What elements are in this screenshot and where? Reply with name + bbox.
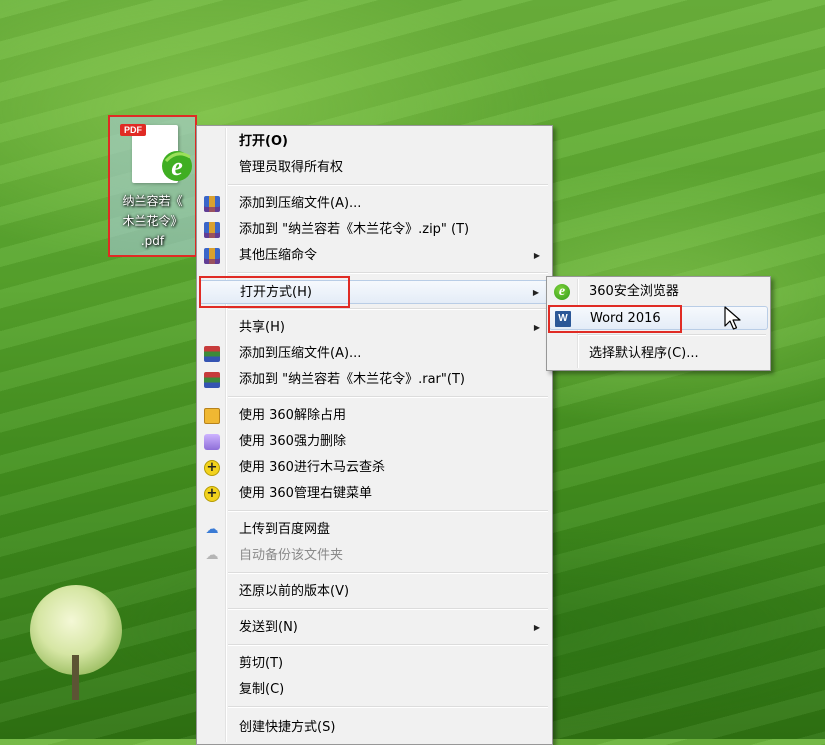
- mouse-cursor-icon: [724, 306, 741, 330]
- menu-item-copy[interactable]: 复制(C): [199, 678, 550, 702]
- menu-separator: [578, 334, 766, 336]
- menu-360-icon: +: [204, 486, 220, 502]
- menu-item-other-compress[interactable]: 其他压缩命令 ▶: [199, 244, 550, 268]
- context-menu: 打开(O) 管理员取得所有权 添加到压缩文件(A)... 添加到 "纳兰容若《木…: [196, 125, 553, 745]
- menu-item-label: 创建快捷方式(S): [239, 720, 336, 735]
- menu-item-cut[interactable]: 剪切(T): [199, 652, 550, 676]
- submenu-arrow-icon: ▶: [533, 323, 540, 332]
- submenu-arrow-icon: ▶: [532, 288, 539, 297]
- submenu-item-360-browser[interactable]: e 360安全浏览器: [549, 280, 768, 304]
- scan-360-icon: +: [204, 460, 220, 476]
- menu-item-label: 上传到百度网盘: [239, 522, 331, 537]
- menu-item-label: 其他压缩命令: [239, 248, 318, 263]
- menu-separator: [228, 706, 548, 708]
- menu-item-label: 打开(O): [239, 134, 288, 149]
- submenu-item-label: 选择默认程序(C)...: [589, 346, 699, 361]
- submenu-item-label: 360安全浏览器: [589, 284, 679, 299]
- winrar-icon: [204, 196, 220, 212]
- desktop-pdf-file-icon[interactable]: e PDF 纳兰容若《 木兰花令》 .pdf: [108, 115, 197, 257]
- menu-item-360-shred[interactable]: 使用 360强力删除: [199, 430, 550, 454]
- menu-item-upload-baidu[interactable]: ☁ 上传到百度网盘: [199, 518, 550, 542]
- menu-item-label: 还原以前的版本(V): [239, 584, 350, 599]
- menu-item-label: 添加到压缩文件(A)...: [239, 196, 362, 211]
- menu-item-label: 共享(H): [239, 320, 285, 335]
- menu-separator: [228, 644, 548, 646]
- menu-item-label: 管理员取得所有权: [239, 160, 344, 175]
- 360-browser-icon: e: [554, 284, 570, 300]
- tree-trunk: [72, 655, 79, 700]
- menu-item-label: 剪切(T): [239, 656, 284, 671]
- rar-icon: [204, 372, 220, 388]
- menu-item-label: 添加到压缩文件(A)...: [239, 346, 362, 361]
- submenu-arrow-icon: ▶: [533, 623, 540, 632]
- menu-item-label: 添加到 "纳兰容若《木兰花令》.rar"(T): [239, 372, 465, 387]
- desktop-file-name: 纳兰容若《 木兰花令》 .pdf: [112, 191, 193, 251]
- menu-separator: [228, 608, 548, 610]
- menu-separator: [228, 308, 548, 310]
- menu-item-label: 发送到(N): [239, 620, 298, 635]
- menu-item-take-ownership[interactable]: 管理员取得所有权: [199, 156, 550, 180]
- menu-item-360-unlock[interactable]: 使用 360解除占用: [199, 404, 550, 428]
- menu-item-share[interactable]: 共享(H) ▶: [199, 316, 550, 340]
- menu-item-label: 使用 360解除占用: [239, 408, 346, 423]
- file-name-line: 纳兰容若《: [122, 194, 183, 208]
- menu-item-open[interactable]: 打开(O): [199, 130, 550, 154]
- menu-item-restore-versions[interactable]: 还原以前的版本(V): [199, 580, 550, 604]
- menu-item-360-manage-menu[interactable]: + 使用 360管理右键菜单: [199, 482, 550, 506]
- svg-text:e: e: [171, 152, 183, 181]
- menu-item-open-with[interactable]: 打开方式(H) ▶: [199, 280, 550, 304]
- submenu-arrow-icon: ▶: [533, 251, 540, 260]
- baidu-cloud-icon: ☁: [205, 548, 219, 563]
- file-name-line: 木兰花令》: [122, 214, 183, 228]
- menu-item-label: 使用 360进行木马云查杀: [239, 460, 385, 475]
- menu-separator: [228, 184, 548, 186]
- menu-item-label: 使用 360强力删除: [239, 434, 346, 449]
- menu-item-label: 自动备份该文件夹: [239, 548, 344, 563]
- menu-item-send-to[interactable]: 发送到(N) ▶: [199, 616, 550, 640]
- menu-item-label: 打开方式(H): [240, 285, 312, 300]
- menu-separator: [228, 510, 548, 512]
- winrar-icon: [204, 248, 220, 264]
- tree-decoration: [28, 585, 128, 700]
- menu-item-create-shortcut[interactable]: 创建快捷方式(S): [199, 716, 550, 740]
- menu-item-label: 添加到 "纳兰容若《木兰花令》.zip" (T): [239, 222, 470, 237]
- word-icon: W: [555, 311, 571, 327]
- menu-item-add-to-archive[interactable]: 添加到压缩文件(A)...: [199, 192, 550, 216]
- menu-separator: [228, 572, 548, 574]
- file-name-line: .pdf: [140, 234, 165, 248]
- menu-item-label: 复制(C): [239, 682, 285, 697]
- 360-browser-logo-icon: e: [162, 151, 192, 181]
- menu-item-auto-backup: ☁ 自动备份该文件夹: [199, 544, 550, 568]
- menu-item-360-scan[interactable]: + 使用 360进行木马云查杀: [199, 456, 550, 480]
- baidu-cloud-icon: ☁: [205, 522, 219, 537]
- winrar-icon: [204, 222, 220, 238]
- menu-item-label: 使用 360管理右键菜单: [239, 486, 372, 501]
- rar-icon: [204, 346, 220, 362]
- menu-separator: [228, 396, 548, 398]
- menu-separator: [228, 272, 548, 274]
- menu-item-add-to-archive-rar[interactable]: 添加到压缩文件(A)...: [199, 342, 550, 366]
- submenu-item-label: Word 2016: [590, 311, 661, 326]
- submenu-item-choose-default[interactable]: 选择默认程序(C)...: [549, 342, 768, 366]
- menu-item-add-to-zip[interactable]: 添加到 "纳兰容若《木兰花令》.zip" (T): [199, 218, 550, 242]
- unlock-360-icon: [204, 408, 220, 424]
- menu-item-add-to-rar[interactable]: 添加到 "纳兰容若《木兰花令》.rar"(T): [199, 368, 550, 392]
- shred-360-icon: [204, 434, 220, 450]
- pdf-badge: PDF: [120, 124, 146, 136]
